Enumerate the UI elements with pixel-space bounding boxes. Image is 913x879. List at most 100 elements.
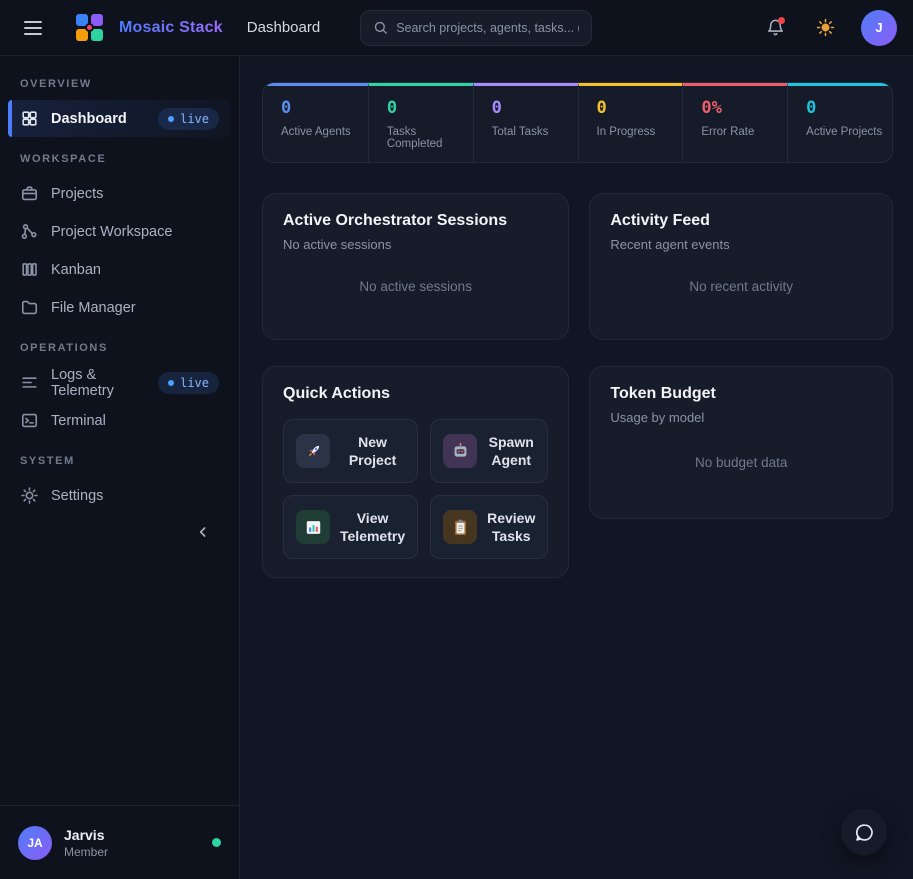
card-subtitle: Recent agent events <box>610 237 872 252</box>
sidebar-item-label: Projects <box>51 186 103 202</box>
review-tasks-button[interactable]: Review Tasks <box>430 495 548 559</box>
stats-row: 0 Active Agents 0 Tasks Completed 0 Tota… <box>262 82 893 163</box>
sidebar-item-label: File Manager <box>51 300 136 316</box>
sidebar-item-dashboard[interactable]: Dashboard live <box>8 100 231 137</box>
top-bar: Mosaic Stack Dashboard J <box>0 0 913 56</box>
sidebar-item-file-manager[interactable]: File Manager <box>8 289 231 326</box>
sidebar-item-settings[interactable]: Settings <box>8 477 231 514</box>
activity-feed-card: Activity Feed Recent agent events No rec… <box>589 193 893 340</box>
stat-value: 0% <box>701 98 787 118</box>
card-title: Activity Feed <box>610 212 872 230</box>
chat-bubble-icon <box>854 822 875 843</box>
empty-state-text: No budget data <box>610 425 872 500</box>
terminal-icon <box>20 411 39 430</box>
stat-value: 0 <box>387 98 473 118</box>
search-icon <box>373 20 388 35</box>
network-nodes-icon <box>20 222 39 241</box>
briefcase-icon <box>20 184 39 203</box>
user-initials-avatar: JA <box>18 826 52 860</box>
action-label: Review Tasks <box>487 509 535 545</box>
stat-active-agents: 0 Active Agents <box>263 83 368 162</box>
breadcrumb-page-name: Dashboard <box>247 19 320 36</box>
sun-icon <box>816 18 835 37</box>
bar-chart-icon <box>296 510 330 544</box>
sidebar-item-project-workspace[interactable]: Project Workspace <box>8 213 231 250</box>
stat-label: Active Agents <box>281 126 368 138</box>
empty-state-text: No active sessions <box>283 252 548 321</box>
sidebar-item-label: Project Workspace <box>51 224 172 240</box>
live-badge: live <box>158 108 219 130</box>
sidebar-item-label: Dashboard <box>51 111 127 127</box>
live-badge: live <box>158 372 219 394</box>
card-title: Active Orchestrator Sessions <box>283 212 548 230</box>
stat-value: 0 <box>597 98 683 118</box>
view-telemetry-button[interactable]: View Telemetry <box>283 495 418 559</box>
online-status-dot <box>212 838 221 847</box>
sidebar: OVERVIEW Dashboard live WORKSPACE Projec… <box>0 56 240 879</box>
section-label-overview: OVERVIEW <box>8 70 231 100</box>
section-label-system: SYSTEM <box>8 447 231 477</box>
log-lines-icon <box>20 373 39 392</box>
section-label-workspace: WORKSPACE <box>8 145 231 175</box>
gear-icon <box>20 486 39 505</box>
hamburger-menu-button[interactable] <box>16 11 50 45</box>
card-subtitle: No active sessions <box>283 237 548 252</box>
stat-label: Total Tasks <box>492 126 578 138</box>
sidebar-item-label: Terminal <box>51 413 106 429</box>
card-title: Token Budget <box>610 385 872 403</box>
sidebar-item-terminal[interactable]: Terminal <box>8 402 231 439</box>
token-budget-card: Token Budget Usage by model No budget da… <box>589 366 893 519</box>
search-input[interactable] <box>396 21 579 35</box>
sidebar-item-label: Logs & Telemetry <box>51 367 146 399</box>
grid-icon <box>20 109 39 128</box>
card-subtitle: Usage by model <box>610 410 872 425</box>
clipboard-icon <box>443 510 477 544</box>
sidebar-user-card[interactable]: JA Jarvis Member <box>0 805 239 879</box>
stat-tasks-completed: 0 Tasks Completed <box>368 83 473 162</box>
stat-active-projects: 0 Active Projects <box>787 83 892 162</box>
sidebar-item-label: Kanban <box>51 262 101 278</box>
stat-label: In Progress <box>597 126 683 138</box>
stat-label: Tasks Completed <box>387 126 473 150</box>
sidebar-item-logs-telemetry[interactable]: Logs & Telemetry live <box>8 364 231 401</box>
stat-value: 0 <box>492 98 578 118</box>
user-role: Member <box>64 845 108 859</box>
user-avatar-button[interactable]: J <box>861 10 897 46</box>
main-content: 0 Active Agents 0 Tasks Completed 0 Tota… <box>240 56 913 879</box>
chat-fab-button[interactable] <box>841 809 887 855</box>
live-dot-icon <box>168 380 174 386</box>
theme-toggle-button[interactable] <box>807 10 843 46</box>
spawn-agent-button[interactable]: Spawn Agent <box>430 419 548 483</box>
user-name: Jarvis <box>64 827 108 843</box>
quick-actions-card: Quick Actions New Project Spawn Agent <box>262 366 569 578</box>
sidebar-item-label: Settings <box>51 488 103 504</box>
stat-label: Active Projects <box>806 126 892 138</box>
notifications-button[interactable] <box>757 10 793 46</box>
global-search[interactable] <box>360 10 592 46</box>
chevron-left-icon <box>195 524 211 540</box>
folder-icon <box>20 298 39 317</box>
action-label: Spawn Agent <box>487 433 535 469</box>
stat-value: 0 <box>806 98 892 118</box>
stat-error-rate: 0% Error Rate <box>682 83 787 162</box>
kanban-columns-icon <box>20 260 39 279</box>
rocket-icon <box>296 434 330 468</box>
sidebar-collapse-button[interactable] <box>189 518 217 546</box>
sidebar-item-kanban[interactable]: Kanban <box>8 251 231 288</box>
robot-icon <box>443 434 477 468</box>
stat-value: 0 <box>281 98 368 118</box>
active-sessions-card: Active Orchestrator Sessions No active s… <box>262 193 569 340</box>
notification-dot <box>778 17 785 24</box>
card-title: Quick Actions <box>283 385 548 403</box>
stat-total-tasks: 0 Total Tasks <box>473 83 578 162</box>
action-label: View Telemetry <box>340 509 405 545</box>
action-label: New Project <box>340 433 405 469</box>
new-project-button[interactable]: New Project <box>283 419 418 483</box>
live-dot-icon <box>168 116 174 122</box>
stat-in-progress: 0 In Progress <box>578 83 683 162</box>
empty-state-text: No recent activity <box>610 252 872 321</box>
sidebar-item-projects[interactable]: Projects <box>8 175 231 212</box>
stat-label: Error Rate <box>701 126 787 138</box>
mosaic-logo-icon <box>76 14 103 41</box>
section-label-operations: OPERATIONS <box>8 334 231 364</box>
